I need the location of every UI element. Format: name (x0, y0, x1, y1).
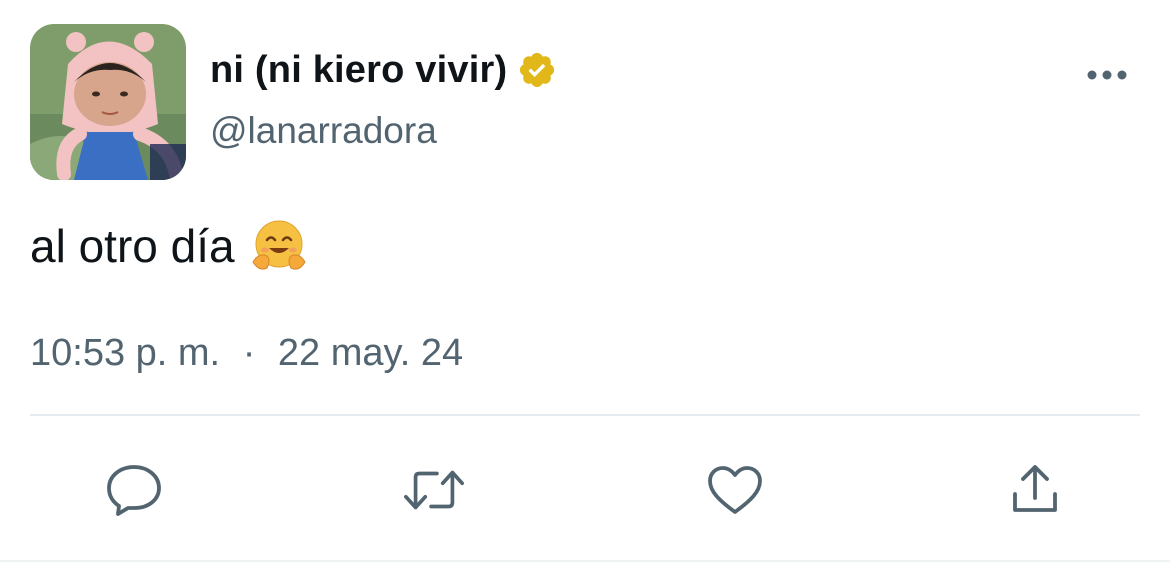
share-button[interactable] (1003, 458, 1067, 522)
tweet-date: 22 may. 24 (277, 332, 464, 374)
avatar[interactable] (30, 24, 186, 180)
more-options-button[interactable] (1082, 60, 1132, 90)
tweet-detail: ni (ni kiero vivir) @lanarradora al otro… (0, 0, 1170, 579)
avatar-image (30, 24, 186, 180)
tweet-time: 10:53 p. m. (30, 332, 221, 374)
display-name[interactable]: ni (ni kiero vivir) (210, 49, 507, 92)
tweet-text: al otro día (30, 220, 235, 272)
share-icon (1013, 465, 1057, 512)
more-dots-icon (1087, 70, 1127, 80)
reply-button[interactable] (102, 458, 166, 522)
reply-icon (107, 465, 161, 516)
gold-verified-badge-icon (517, 50, 557, 90)
divider (30, 414, 1140, 416)
bottom-divider (0, 560, 1170, 562)
tweet-timestamp[interactable]: 10:53 p. m. · 22 may. 24 (30, 332, 463, 375)
like-button[interactable] (703, 458, 767, 522)
display-name-row: ni (ni kiero vivir) (210, 44, 557, 96)
timestamp-separator: · (242, 332, 256, 374)
user-handle[interactable]: @lanarradora (210, 110, 437, 152)
tweet-text-row: al otro día (30, 218, 307, 274)
retweet-icon (404, 470, 464, 510)
heart-icon (708, 466, 762, 514)
hugging-face-emoji (251, 218, 307, 274)
retweet-button[interactable] (402, 458, 466, 522)
